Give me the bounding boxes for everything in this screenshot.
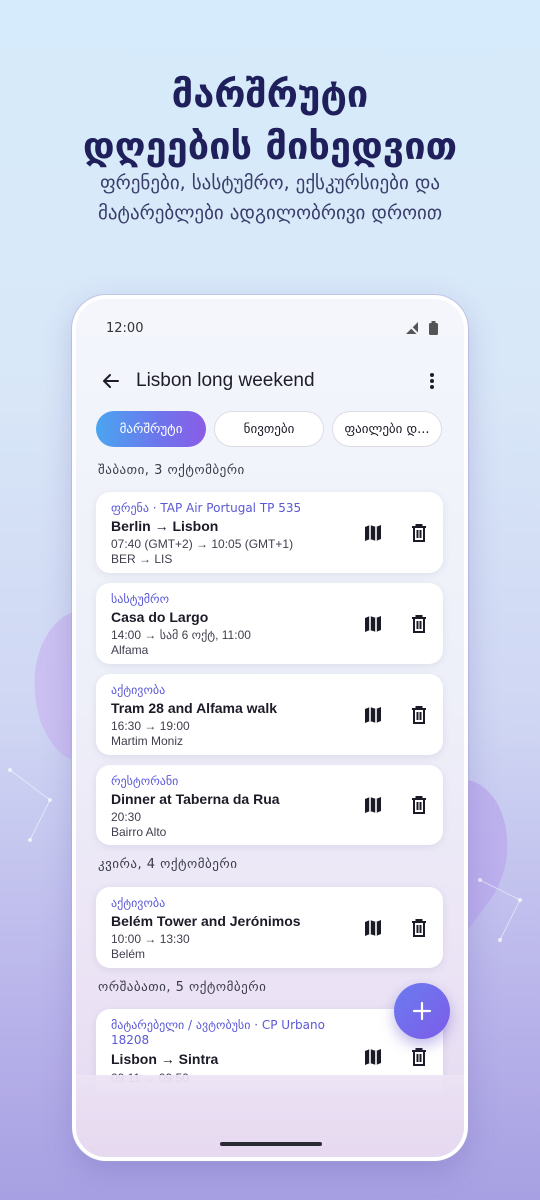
item-title: Tram 28 and Alfama walk bbox=[111, 700, 277, 716]
item-type: აქტივობა bbox=[111, 683, 166, 697]
item-type: მატარებელი / ავტობუსი · CP Urbano bbox=[111, 1018, 325, 1032]
item-title: Lisbon → Sintra bbox=[111, 1051, 219, 1067]
item-title: Berlin → Lisbon bbox=[111, 518, 219, 534]
trash-icon bbox=[412, 796, 426, 814]
day-header: კვირა, 4 ოქტომბერი bbox=[98, 857, 238, 872]
trash-icon bbox=[412, 919, 426, 937]
delete-button[interactable] bbox=[409, 1047, 429, 1067]
add-item-button[interactable] bbox=[394, 983, 450, 1039]
tab-row: მარშრუტი ნივთები ფაილები დ... bbox=[96, 411, 442, 447]
item-location: Belém bbox=[111, 947, 146, 961]
itinerary-card[interactable]: აქტივობა Tram 28 and Alfama walk 16:30 →… bbox=[96, 674, 443, 755]
trash-icon bbox=[412, 1048, 426, 1066]
map-button[interactable] bbox=[363, 1047, 383, 1067]
item-time: 20:30 bbox=[111, 810, 142, 824]
arrow-left-icon bbox=[103, 374, 119, 388]
item-time: 10:00 → 13:30 bbox=[111, 932, 190, 946]
plus-icon bbox=[412, 1001, 432, 1021]
status-icons bbox=[405, 321, 438, 335]
item-type: ფრენა · TAP Air Portugal TP 535 bbox=[111, 501, 302, 515]
tab-itinerary[interactable]: მარშრუტი bbox=[96, 411, 206, 447]
map-button[interactable] bbox=[363, 918, 383, 938]
map-button[interactable] bbox=[363, 614, 383, 634]
trash-icon bbox=[412, 524, 426, 542]
more-vertical-icon bbox=[430, 373, 434, 389]
signal-off-icon bbox=[405, 321, 419, 335]
subheadline-line-2: მატარებლები ადგილობრივი დროით bbox=[97, 202, 443, 224]
status-bar: 12:00 bbox=[106, 319, 438, 339]
headline: მარშრუტი დღეების მიხედვით bbox=[0, 68, 540, 172]
item-time: 16:30 → 19:00 bbox=[111, 719, 190, 733]
item-time: 14:00 → სამ 6 ოქტ, 11:00 bbox=[111, 628, 251, 642]
item-title: Dinner at Taberna da Rua bbox=[111, 791, 280, 807]
map-button[interactable] bbox=[363, 705, 383, 725]
itinerary-card[interactable]: სასტუმრო Casa do Largo 14:00 → სამ 6 ოქტ… bbox=[96, 583, 443, 664]
item-title: Casa do Largo bbox=[111, 609, 209, 625]
map-icon bbox=[365, 920, 381, 936]
subheadline: ფრენები, სასტუმრო, ექსკურსიები და მატარე… bbox=[0, 168, 540, 228]
map-icon bbox=[365, 797, 381, 813]
item-title: Belém Tower and Jerónimos bbox=[111, 913, 301, 929]
itinerary-card[interactable]: აქტივობა Belém Tower and Jerónimos 10:00… bbox=[96, 887, 443, 968]
subheadline-line-1: ფრენები, სასტუმრო, ექსკურსიები და bbox=[99, 172, 441, 194]
map-icon bbox=[365, 525, 381, 541]
item-type: სასტუმრო bbox=[111, 592, 170, 606]
map-button[interactable] bbox=[363, 523, 383, 543]
item-type: აქტივობა bbox=[111, 896, 166, 910]
item-location: BER → LIS bbox=[111, 552, 173, 566]
delete-button[interactable] bbox=[409, 705, 429, 725]
item-time: 07:40 (GMT+2) → 10:05 (GMT+1) bbox=[111, 537, 294, 551]
tab-items[interactable]: ნივთები bbox=[214, 411, 324, 447]
status-time: 12:00 bbox=[106, 321, 144, 336]
delete-button[interactable] bbox=[409, 614, 429, 634]
map-icon bbox=[365, 616, 381, 632]
map-icon bbox=[365, 1049, 381, 1065]
item-location: Martim Moniz bbox=[111, 734, 184, 748]
delete-button[interactable] bbox=[409, 523, 429, 543]
headline-line-1: მარშრუტი bbox=[171, 72, 369, 116]
app-bar: Lisbon long weekend bbox=[98, 365, 442, 397]
more-options-button[interactable] bbox=[422, 368, 442, 394]
delete-button[interactable] bbox=[409, 918, 429, 938]
headline-line-2: დღეების მიხედვით bbox=[82, 124, 458, 168]
item-location: Alfama bbox=[111, 643, 149, 657]
item-type-continued: 18208 bbox=[111, 1033, 150, 1047]
trash-icon bbox=[412, 706, 426, 724]
gesture-nav-handle[interactable] bbox=[220, 1142, 322, 1146]
back-button[interactable] bbox=[98, 368, 124, 394]
map-button[interactable] bbox=[363, 795, 383, 815]
item-location: Bairro Alto bbox=[111, 825, 167, 839]
trash-icon bbox=[412, 615, 426, 633]
phone-frame: 12:00 Lisbon long weekend მარშრუტი ნივთე… bbox=[72, 295, 468, 1161]
item-type: რესტორანი bbox=[111, 774, 179, 788]
page-title: Lisbon long weekend bbox=[136, 370, 315, 391]
itinerary-card[interactable]: რესტორანი Dinner at Taberna da Rua 20:30… bbox=[96, 765, 443, 845]
battery-icon bbox=[429, 321, 438, 335]
phone-screen: 12:00 Lisbon long weekend მარშრუტი ნივთე… bbox=[76, 299, 464, 1157]
day-header: შაბათი, 3 ოქტომბერი bbox=[98, 463, 245, 478]
itinerary-card[interactable]: ფრენა · TAP Air Portugal TP 535 Berlin →… bbox=[96, 492, 443, 573]
delete-button[interactable] bbox=[409, 795, 429, 815]
tab-files[interactable]: ფაილები დ... bbox=[332, 411, 442, 447]
day-header: ორშაბათი, 5 ოქტომბერი bbox=[98, 980, 267, 995]
map-icon bbox=[365, 707, 381, 723]
